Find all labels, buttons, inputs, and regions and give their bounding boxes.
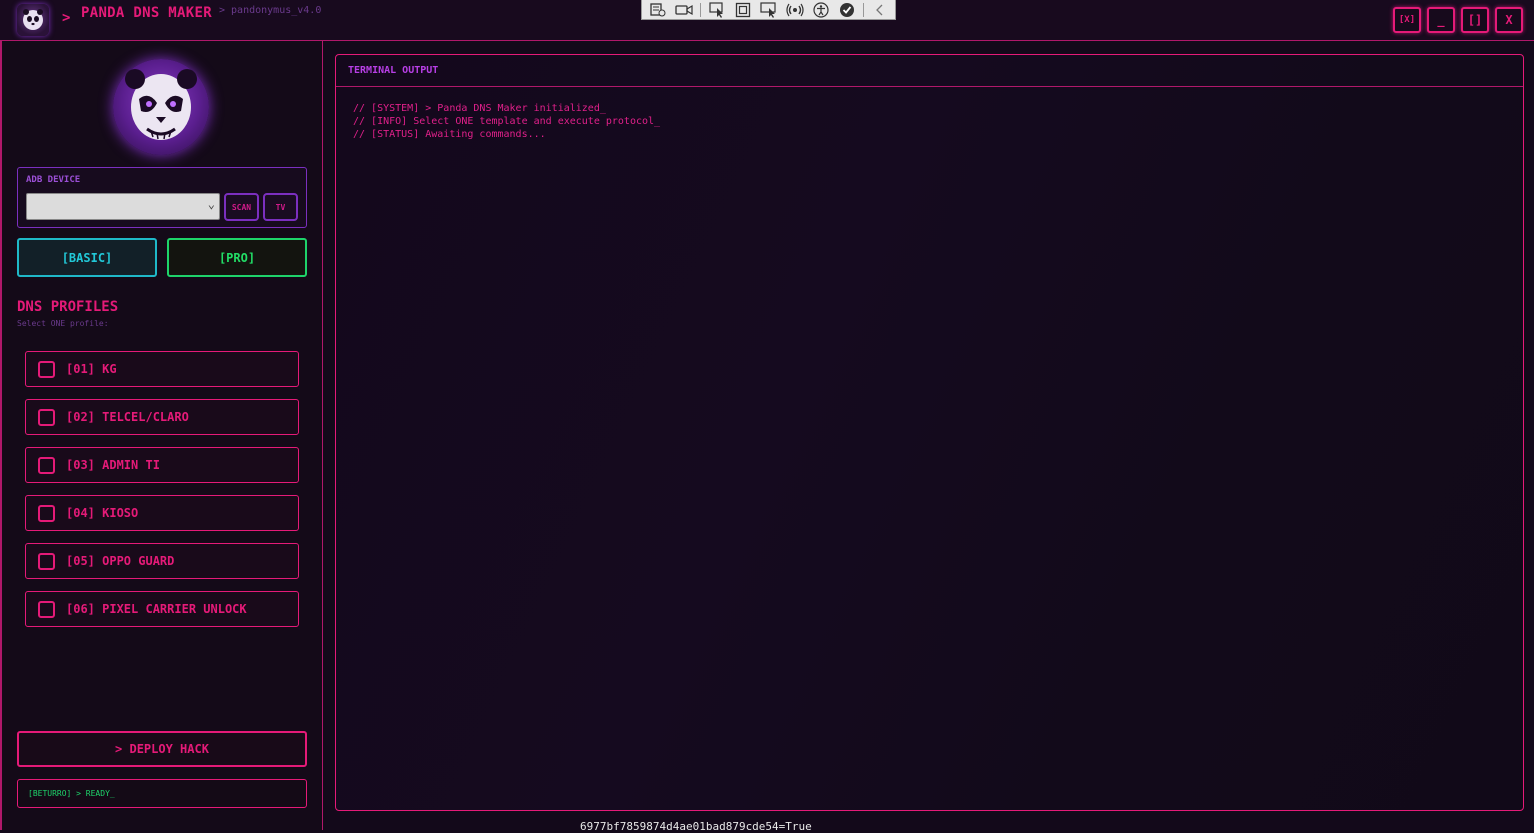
checkmark-icon[interactable] (837, 2, 857, 18)
adb-device-label: ADB DEVICE (26, 175, 81, 185)
profile-checkbox[interactable] (38, 505, 55, 522)
terminal-log: // [SYSTEM] > Panda DNS Maker initialize… (353, 102, 660, 141)
basic-mode-button[interactable]: [BASIC] (17, 238, 157, 277)
dns-profiles-subtitle: Select ONE profile: (17, 319, 109, 328)
terminal-line: // [STATUS] Awaiting commands... (353, 129, 546, 140)
scan-button[interactable]: SCAN (224, 193, 259, 221)
profile-label: [04] KIOSO (66, 506, 139, 520)
dns-profiles-title: DNS PROFILES (17, 299, 119, 315)
pro-mode-button[interactable]: [PRO] (167, 238, 307, 277)
title-prompt: > (62, 10, 71, 26)
terminal-line: // [SYSTEM] > Panda DNS Maker initialize… (353, 103, 606, 114)
status-text: [BETURRO] > READY_ (28, 789, 115, 798)
close-button[interactable]: X (1495, 7, 1523, 33)
record-video-icon[interactable] (674, 2, 694, 18)
terminal-output-panel: TERMINAL OUTPUT // [SYSTEM] > Panda DNS … (335, 54, 1524, 811)
deploy-hack-button[interactable]: > DEPLOY HACK (17, 731, 307, 767)
cursor-select-icon[interactable] (707, 1, 727, 18)
chevron-down-icon: ⌄ (207, 197, 215, 211)
profile-item-pixel-carrier-unlock[interactable]: [06] PIXEL CARRIER UNLOCK (25, 591, 299, 627)
toolbar-separator (863, 2, 864, 17)
status-bar: [BETURRO] > READY_ (17, 779, 307, 808)
profile-checkbox[interactable] (38, 361, 55, 378)
title-bar: > PANDA DNS MAKER > pandonymus_v4.0 [X] … (0, 0, 1534, 41)
profile-item-oppo-guard[interactable]: [05] OPPO GUARD (25, 543, 299, 579)
terminal-header: TERMINAL OUTPUT (336, 55, 1523, 87)
tv-button[interactable]: TV (263, 193, 298, 221)
terminal-line: // [INFO] Select ONE template and execut… (353, 116, 661, 127)
adb-device-panel: ADB DEVICE ⌄ SCAN TV (17, 167, 307, 228)
profile-label: [02] TELCEL/CLARO (66, 410, 189, 424)
profile-checkbox[interactable] (38, 457, 55, 474)
panda-app-icon (17, 4, 49, 36)
window-capture-icon[interactable] (733, 2, 753, 18)
screen-pointer-icon[interactable] (759, 1, 779, 18)
profile-checkbox[interactable] (38, 409, 55, 426)
collapse-chevron-icon[interactable] (870, 2, 890, 18)
profile-item-telcel-claro[interactable]: [02] TELCEL/CLARO (25, 399, 299, 435)
profile-label: [06] PIXEL CARRIER UNLOCK (66, 602, 247, 616)
profile-label: [03] ADMIN TI (66, 458, 160, 472)
select-region-icon[interactable] (648, 2, 668, 18)
background-window-text: 6977bf7859874d4ae01bad879cde54=True (580, 820, 812, 833)
profile-checkbox[interactable] (38, 553, 55, 570)
profile-item-admin-ti[interactable]: [03] ADMIN TI (25, 447, 299, 483)
signal-icon[interactable] (785, 2, 805, 18)
profile-checkbox[interactable] (38, 601, 55, 618)
profile-label: [05] OPPO GUARD (66, 554, 175, 568)
profile-item-kioso[interactable]: [04] KIOSO (25, 495, 299, 531)
app-title: PANDA DNS MAKER (81, 5, 212, 21)
toolbar-separator (700, 2, 701, 17)
profile-label: [01] KG (66, 362, 117, 376)
device-select[interactable]: ⌄ (26, 193, 220, 220)
maximize-button[interactable]: [] (1461, 7, 1489, 33)
capture-toolbar (641, 0, 896, 20)
app-version: > pandonymus_v4.0 (219, 5, 322, 16)
restore-button[interactable]: [X] (1393, 7, 1421, 33)
control-panel (0, 41, 323, 830)
minimize-button[interactable]: _ (1427, 7, 1455, 33)
profile-item-kg[interactable]: [01] KG (25, 351, 299, 387)
panda-logo (113, 59, 209, 155)
accessibility-icon[interactable] (811, 1, 831, 18)
terminal-title: TERMINAL OUTPUT (348, 65, 439, 76)
